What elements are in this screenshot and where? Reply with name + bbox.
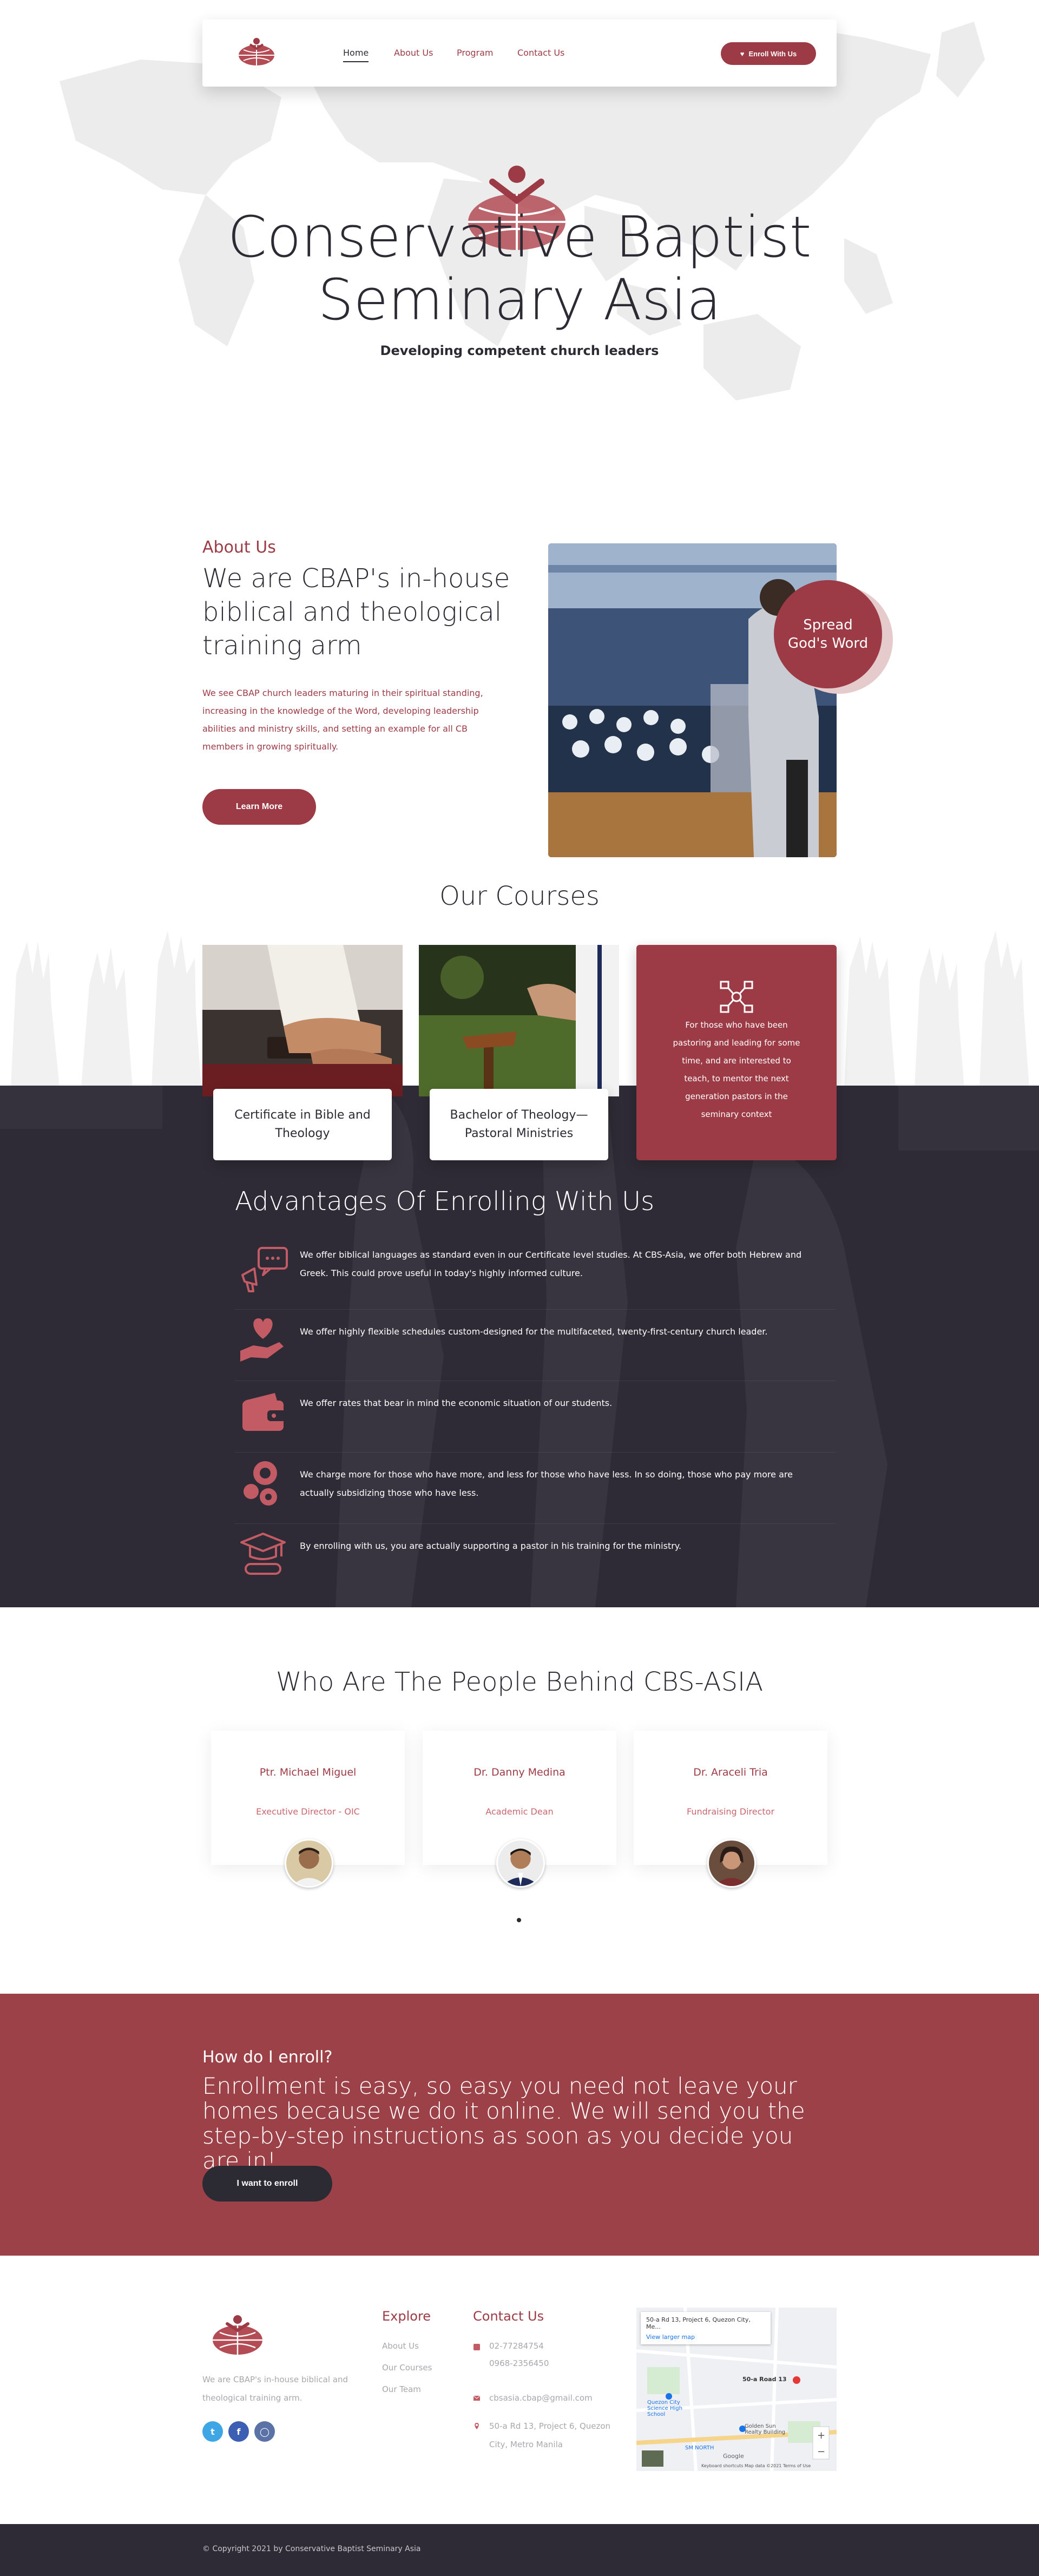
advantage-item: We offer biblical languages as standard …: [235, 1240, 836, 1310]
advantage-item: By enrolling with us, you are actually s…: [235, 1524, 836, 1589]
map-place-label: SM NORTH: [685, 2445, 714, 2451]
avatar: [496, 1839, 545, 1888]
zoom-out-button[interactable]: −: [817, 2446, 825, 2457]
person-name: Dr. Danny Medina: [474, 1766, 565, 1778]
enroll-button-label: Enroll With Us: [748, 49, 797, 58]
advantage-text: We offer biblical languages as standard …: [300, 1250, 802, 1278]
footer-link-our-team[interactable]: Our Team: [382, 2384, 421, 2394]
facebook-icon[interactable]: f: [228, 2421, 249, 2442]
person-role: Fundraising Director: [686, 1806, 775, 1817]
enroll-description: Enrollment is easy, so easy you need not…: [202, 2073, 805, 2174]
coins-icon: [244, 1461, 277, 1506]
hero-section: Home About Us Program Contact Us ♥ Enrol…: [0, 0, 1039, 476]
heart-icon: ♥: [740, 49, 745, 58]
contact-email[interactable]: cbsasia.cbap@gmail.com: [489, 2389, 593, 2407]
courses-title: Our Courses: [439, 881, 600, 911]
copyright-bar: © Copyright 2021 by Conservative Baptist…: [0, 2524, 1039, 2576]
footer-link-our-courses[interactable]: Our Courses: [382, 2363, 432, 2373]
megaphone-icon: [241, 1247, 288, 1292]
contact-phone-2[interactable]: 0968-2356450: [489, 2354, 549, 2373]
advantage-item: We offer rates that bear in mind the eco…: [235, 1381, 836, 1453]
course-description: For those who have been pastoring and le…: [673, 1020, 800, 1119]
preaching-photo: [548, 543, 837, 857]
advantage-text: By enrolling with us, you are actually s…: [300, 1541, 682, 1551]
course-title: Bachelor of Theology—Pastoral Ministries: [430, 1089, 608, 1160]
heart-hand-icon: [240, 1318, 284, 1362]
person-role: Academic Dean: [485, 1806, 554, 1817]
people-title: Who Are The People Behind CBS-ASIA: [275, 1667, 764, 1697]
about-heading: We are CBAP's in-house biblical and theo…: [202, 563, 510, 661]
hero-title: Conservative Baptist Seminary Asia: [227, 204, 812, 333]
learn-more-button[interactable]: Learn More: [202, 789, 316, 825]
map-place-label: Golden Sun Realty Building: [745, 2423, 786, 2435]
nav-contact-us[interactable]: Contact Us: [517, 48, 564, 58]
main-navbar: Home About Us Program Contact Us ♥ Enrol…: [202, 19, 837, 87]
spread-gods-word-badge: Spread God's Word: [774, 580, 882, 688]
team-card[interactable]: Dr. Danny Medina Academic Dean: [423, 1731, 616, 1888]
about-kicker: About Us: [202, 538, 276, 557]
course-photo-bible-hands: [202, 945, 403, 1096]
location-pin-icon: [475, 2423, 479, 2429]
person-role: Executive Director - OIC: [256, 1806, 360, 1817]
twitter-icon[interactable]: t: [202, 2421, 223, 2442]
course-card-bachelor[interactable]: Bachelor of Theology—Pastoral Ministries: [419, 945, 619, 1160]
course-card-certificate[interactable]: Certificate in Bible and Theology: [202, 945, 403, 1160]
footer-link-about-us[interactable]: About Us: [382, 2341, 419, 2351]
person-name: Dr. Araceli Tria: [693, 1766, 768, 1778]
view-larger-map-link[interactable]: View larger map: [646, 2334, 765, 2341]
map-card-title: 50-a Rd 13, Project 6, Quezon City, Me..…: [646, 2316, 751, 2330]
avatar: [707, 1839, 756, 1888]
about-description: We see CBAP church leaders maturing in t…: [202, 688, 483, 752]
google-map[interactable]: 50-a Rd 13, Project 6, Quezon City, Me..…: [636, 2308, 837, 2471]
advantage-item: We charge more for those who have more, …: [235, 1453, 836, 1524]
advantage-text: We charge more for those who have more, …: [300, 1469, 793, 1498]
map-attribution: Keyboard shortcuts Map data ©2021 Terms …: [701, 2463, 811, 2468]
nav-about-us[interactable]: About Us: [394, 48, 433, 58]
copyright-text: © Copyright 2021 by Conservative Baptist…: [202, 2545, 421, 2553]
enroll-section: How do I enroll? Enrollment is easy, so …: [0, 1994, 1039, 2256]
zoom-in-button[interactable]: +: [817, 2430, 825, 2441]
person-name: Ptr. Michael Miguel: [259, 1766, 357, 1778]
avatar: [285, 1839, 333, 1888]
nav-program[interactable]: Program: [457, 48, 494, 58]
advantages-title: Advantages Of Enrolling With Us: [235, 1186, 655, 1217]
contact-address-line-1: 50-a Rd 13, Project 6, Quezon: [489, 2421, 611, 2431]
instagram-icon[interactable]: ◯: [254, 2421, 275, 2442]
team-card[interactable]: Dr. Araceli Tria Fundraising Director: [634, 1731, 827, 1888]
map-pin-label: 50-a Road 13: [742, 2376, 787, 2383]
footer-explore-title: Explore: [382, 2309, 431, 2324]
logo[interactable]: [235, 36, 278, 70]
google-brand: Google: [723, 2453, 744, 2460]
contact-address-line-2: City, Metro Manila: [489, 2440, 563, 2449]
advantage-text: We offer highly flexible schedules custo…: [300, 1326, 768, 1337]
nav-home[interactable]: Home: [343, 48, 369, 62]
enroll-kicker: How do I enroll?: [202, 2048, 333, 2067]
advantage-text: We offer rates that bear in mind the eco…: [300, 1398, 613, 1408]
phone-icon: [474, 2344, 480, 2350]
graduation-cap-icon: [240, 1533, 286, 1575]
enroll-with-us-button[interactable]: ♥ Enroll With Us: [721, 42, 816, 65]
map-info-card: 50-a Rd 13, Project 6, Quezon City, Me..…: [641, 2312, 771, 2344]
course-title: Certificate in Bible and Theology: [213, 1089, 392, 1160]
carousel-dot[interactable]: [517, 1918, 521, 1922]
footer-about-text: We are CBAP's in-house biblical and theo…: [202, 2375, 348, 2403]
i-want-to-enroll-button[interactable]: I want to enroll: [202, 2166, 332, 2202]
map-place-label: Quezon City Science High School: [647, 2400, 682, 2417]
mentoring-network-icon: [720, 981, 753, 1013]
contact-phone-1[interactable]: 02-77284754: [489, 2337, 544, 2355]
wallet-icon: [242, 1393, 286, 1431]
advantages-section: Advantages Of Enrolling With Us We offer…: [0, 1086, 1039, 1607]
hero-subtitle: Developing competent church leaders: [380, 343, 659, 358]
team-card[interactable]: Ptr. Michael Miguel Executive Director -…: [211, 1731, 405, 1888]
advantage-item: We offer highly flexible schedules custo…: [235, 1310, 836, 1381]
course-photo-preacher: [419, 945, 619, 1096]
email-icon: [473, 2395, 481, 2401]
footer-contact-title: Contact Us: [473, 2309, 544, 2324]
course-card-masters[interactable]: For those who have been pastoring and le…: [636, 945, 837, 1160]
footer-logo[interactable]: [208, 2313, 267, 2360]
